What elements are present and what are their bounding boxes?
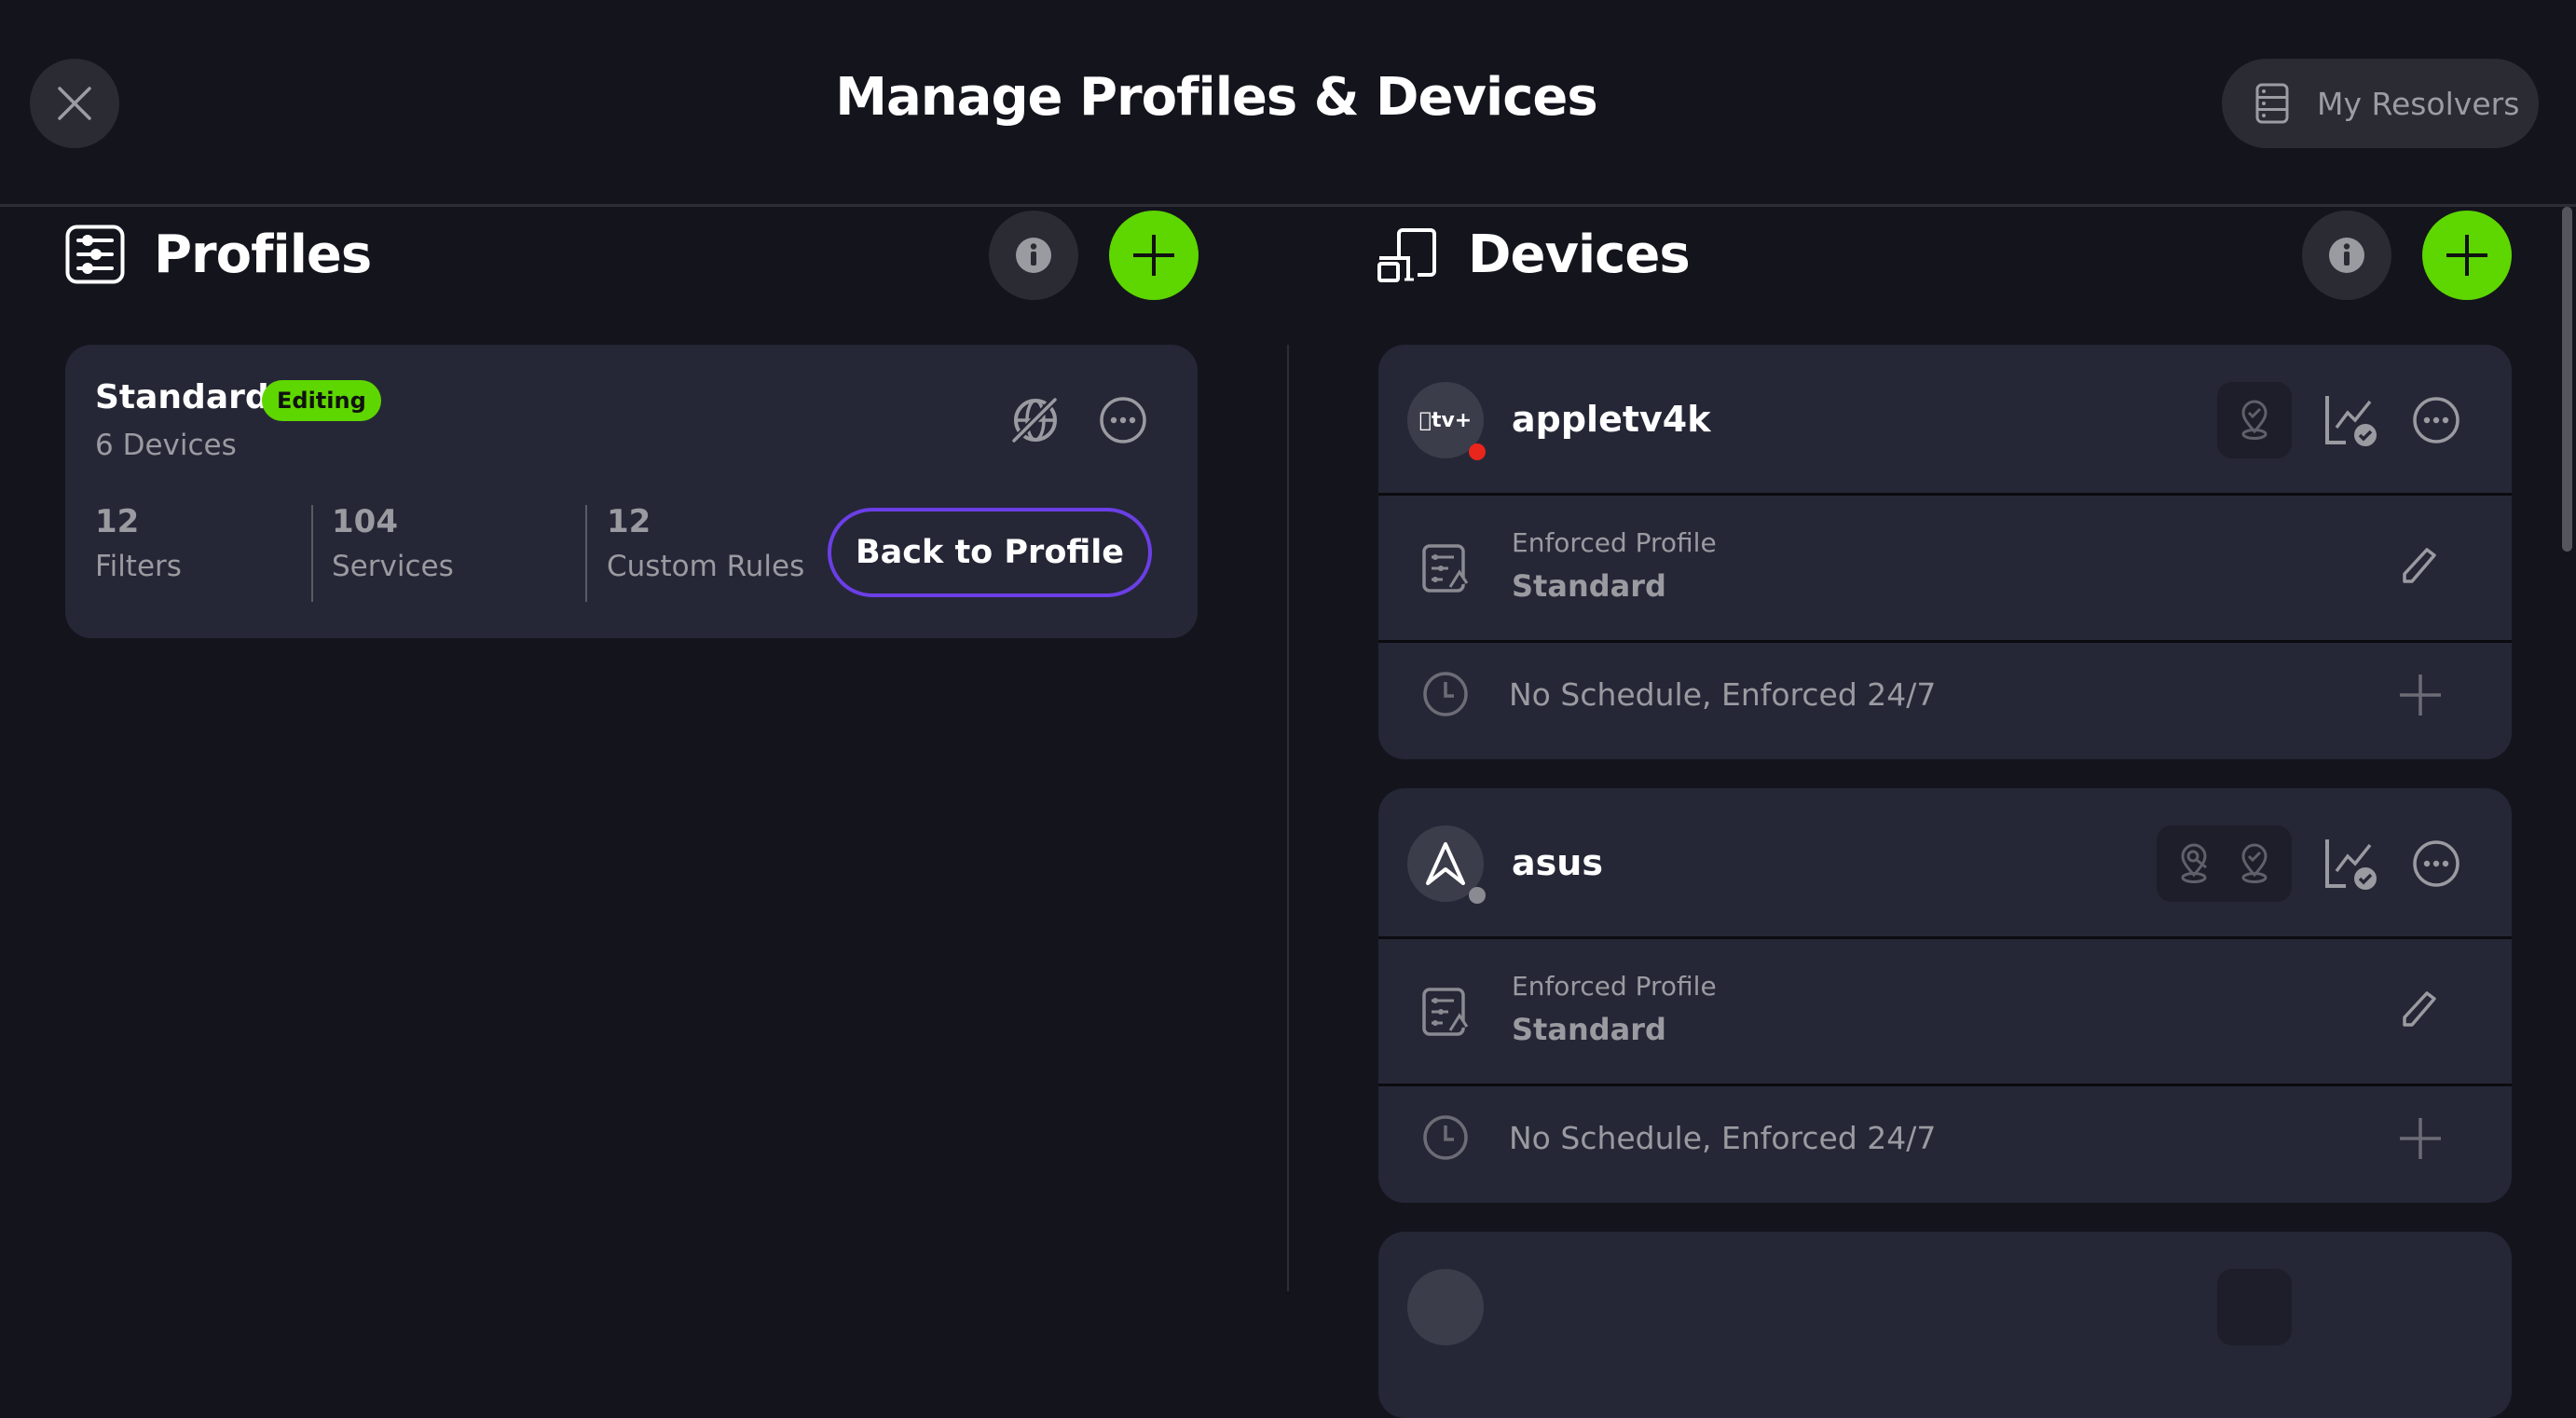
location-check-icon	[2241, 400, 2268, 440]
info-icon	[2329, 238, 2364, 273]
enforced-profile-value: Standard	[1512, 1012, 1666, 1047]
stat-label: Services	[332, 550, 454, 583]
device-card: asus Enforced Profile Standard No Schedu…	[1378, 788, 2512, 1203]
devices-icon	[1377, 228, 1436, 282]
location-status-group[interactable]	[2157, 825, 2292, 902]
analytics-button[interactable]	[2322, 393, 2383, 449]
row-divider	[1378, 936, 2512, 939]
stat-filters: 12 Filters	[95, 503, 182, 600]
more-icon	[1100, 397, 1146, 443]
stat-divider	[585, 505, 587, 602]
enforced-profile-value: Standard	[1512, 568, 1666, 604]
clock-icon	[1423, 672, 1468, 716]
location-status-group[interactable]	[2217, 382, 2292, 458]
profile-settings-icon	[1422, 988, 1469, 1036]
enforced-profile-label: Enforced Profile	[1512, 971, 1717, 1002]
server-stack-icon	[2255, 83, 2289, 124]
sliders-icon	[65, 225, 125, 284]
info-icon	[1016, 238, 1051, 273]
device-more-button[interactable]	[2407, 835, 2465, 893]
pencil-icon	[2403, 548, 2436, 583]
my-resolvers-label: My Resolvers	[2317, 85, 2520, 122]
chart-check-icon	[2325, 396, 2377, 446]
stat-label: Filters	[95, 550, 182, 583]
stat-value: 104	[332, 503, 398, 540]
plus-icon	[2446, 235, 2487, 276]
profile-settings-icon	[1422, 544, 1469, 593]
edit-profile-button[interactable]	[2394, 540, 2445, 591]
stat-divider	[311, 505, 313, 602]
profiles-heading: Profiles	[154, 225, 372, 285]
profile-globe-button[interactable]	[1007, 391, 1064, 449]
plus-icon	[2400, 1118, 2441, 1159]
enforced-profile-label: Enforced Profile	[1512, 527, 1717, 558]
my-resolvers-button[interactable]: My Resolvers	[2222, 59, 2539, 148]
page-title: Manage Profiles & Devices	[835, 67, 1597, 128]
stat-value: 12	[95, 503, 140, 540]
scrollbar-thumb[interactable]	[2562, 207, 2572, 552]
devices-heading: Devices	[1468, 225, 1691, 285]
device-name[interactable]: asus	[1512, 842, 1603, 883]
back-to-profile-button[interactable]: Back to Profile	[828, 508, 1152, 597]
row-divider	[1378, 640, 2512, 643]
more-icon	[2413, 840, 2460, 887]
plus-icon	[1133, 235, 1174, 276]
profiles-info-button[interactable]	[989, 211, 1078, 300]
row-divider	[1378, 1084, 2512, 1086]
status-indicator	[1469, 887, 1486, 904]
profile-device-count: 6 Devices	[95, 429, 237, 462]
stat-services: 104 Services	[332, 503, 454, 600]
add-schedule-button[interactable]	[2394, 669, 2446, 721]
profile-more-button[interactable]	[1094, 391, 1152, 449]
device-name[interactable]: appletv4k	[1512, 399, 1711, 440]
schedule-text: No Schedule, Enforced 24/7	[1509, 1120, 1937, 1156]
chart-check-icon	[2325, 839, 2377, 890]
edit-profile-button[interactable]	[2394, 984, 2445, 1034]
editing-badge: Editing	[262, 380, 381, 421]
stat-label: Custom Rules	[607, 550, 805, 583]
asus-logo-icon	[1426, 842, 1465, 885]
device-card	[1378, 1232, 2512, 1418]
status-indicator	[1469, 443, 1486, 460]
add-schedule-button[interactable]	[2394, 1112, 2446, 1165]
location-search-icon	[2181, 843, 2208, 883]
profile-card[interactable]: Standard Editing 6 Devices 12 Filters 10…	[65, 345, 1198, 638]
stat-custom-rules: 12 Custom Rules	[607, 503, 804, 600]
devices-info-button[interactable]	[2302, 211, 2391, 300]
section-divider	[1287, 345, 1289, 1291]
pencil-icon	[2403, 991, 2436, 1027]
device-avatar	[1407, 1269, 1484, 1345]
apple-tv-icon: tv+	[1419, 408, 1473, 432]
profile-name: Standard	[95, 378, 269, 416]
schedule-text: No Schedule, Enforced 24/7	[1509, 676, 1937, 713]
globe-disabled-icon	[1011, 396, 1059, 444]
add-profile-button[interactable]	[1109, 211, 1199, 300]
clock-icon	[1423, 1115, 1468, 1160]
plus-icon	[2400, 675, 2441, 716]
row-divider	[1378, 493, 2512, 496]
device-card: tv+ appletv4k Enforced Profile Standard	[1378, 345, 2512, 759]
location-status-group[interactable]	[2217, 1269, 2292, 1345]
header-bar: Manage Profiles & Devices My Resolvers	[0, 0, 2576, 207]
device-more-button[interactable]	[2407, 391, 2465, 449]
stat-value: 12	[607, 503, 651, 540]
analytics-button[interactable]	[2322, 837, 2383, 893]
more-icon	[2413, 397, 2460, 443]
location-check-icon	[2241, 843, 2268, 883]
add-device-button[interactable]	[2422, 211, 2512, 300]
